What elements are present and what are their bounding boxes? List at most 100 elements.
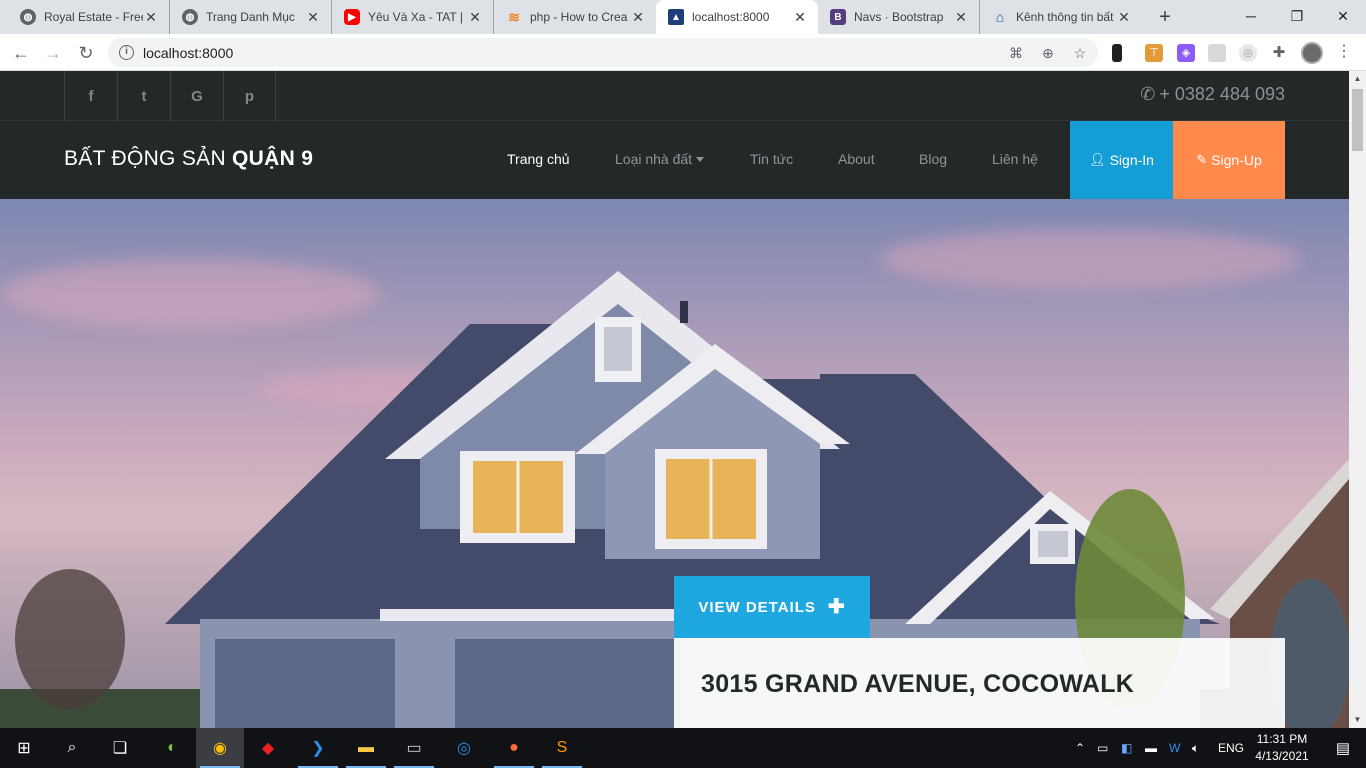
view-details-button[interactable]: VIEW DETAILS ✚ bbox=[674, 576, 870, 638]
sign-up-label: Sign-Up bbox=[1211, 152, 1262, 168]
pinterest-icon[interactable]: p bbox=[223, 71, 276, 121]
tray-app-icon[interactable]: ◧ bbox=[1121, 728, 1132, 768]
postman-icon[interactable]: ● bbox=[490, 728, 538, 768]
browser-tab[interactable]: ⌂ Kênh thông tin bất ✕ bbox=[980, 0, 1142, 34]
globe-icon: ◍ bbox=[182, 9, 198, 25]
explorer-icon[interactable]: ▬ bbox=[342, 728, 390, 768]
clock[interactable]: 11:31 PM 4/13/2021 bbox=[1250, 731, 1314, 765]
close-tab-icon[interactable]: ✕ bbox=[630, 9, 646, 26]
tab-title: Yêu Và Xa - TAT | M bbox=[368, 10, 467, 24]
windows-taskbar: ⊞ ⌕ ❏ ◐ ◉ ◆ ❯ ▬ ▭ ◎ ● S ⌃ ▭ ◧ ▬ W 🔈︎ ENG… bbox=[0, 728, 1366, 768]
tab-title: Kênh thông tin bất bbox=[1016, 10, 1114, 24]
app-red-icon[interactable]: ◆ bbox=[244, 728, 292, 768]
notification-icon[interactable]: ▤ bbox=[1320, 728, 1366, 768]
extension-icon[interactable] bbox=[1112, 44, 1122, 62]
nav-property-types[interactable]: Loại nhà đất bbox=[615, 151, 705, 167]
bookmark-star-icon[interactable]: ☆ bbox=[1070, 43, 1090, 63]
battery-icon[interactable]: ▬ bbox=[1145, 728, 1157, 768]
app-blue-icon[interactable]: ◎ bbox=[440, 728, 488, 768]
scroll-up-icon[interactable]: ▲ bbox=[1349, 71, 1366, 87]
chrome-icon[interactable]: ◉ bbox=[196, 728, 244, 768]
browser-toolbar: ← → ↻ i localhost:8000 ⌘ ⊕ ☆ ⊤ ◈ ◎ ✚ ⋮ bbox=[0, 34, 1366, 71]
task-view-icon[interactable]: ❏ bbox=[96, 728, 144, 768]
nav-property-types-label: Loại nhà đất bbox=[615, 151, 693, 167]
sign-in-label: Sign-In bbox=[1109, 152, 1154, 168]
app-green-icon[interactable]: ◐ bbox=[148, 728, 196, 768]
view-details-label: VIEW DETAILS bbox=[698, 598, 816, 616]
volume-icon[interactable]: 🔈︎ bbox=[1192, 728, 1199, 768]
browser-tab-active[interactable]: ▲ localhost:8000 ✕ bbox=[656, 0, 818, 34]
stackoverflow-icon: ≋ bbox=[508, 8, 520, 25]
restore-button[interactable]: ❐ bbox=[1274, 0, 1320, 34]
main-navbar: BẤT ĐỘNG SẢN QUẬN 9 Trang chủ Loại nhà đ… bbox=[0, 121, 1349, 199]
facebook-icon[interactable]: f bbox=[64, 71, 117, 121]
site-info-icon[interactable]: i bbox=[119, 45, 134, 60]
extension-icon[interactable]: ⊤ bbox=[1145, 44, 1163, 62]
reload-button[interactable]: ↻ bbox=[73, 40, 99, 66]
scroll-down-icon[interactable]: ▼ bbox=[1349, 712, 1366, 728]
url-text[interactable]: localhost:8000 bbox=[143, 45, 233, 61]
browser-tab[interactable]: ▶ Yêu Và Xa - TAT | M ✕ bbox=[332, 0, 494, 34]
network-icon[interactable]: ▭ bbox=[1097, 728, 1108, 768]
site-brand[interactable]: BẤT ĐỘNG SẢN QUẬN 9 bbox=[64, 147, 313, 171]
scrollbar-thumb[interactable] bbox=[1352, 89, 1363, 151]
close-tab-icon[interactable]: ✕ bbox=[305, 9, 321, 26]
extension-icon[interactable]: ◎ bbox=[1239, 44, 1257, 62]
forward-button[interactable]: → bbox=[40, 40, 66, 66]
profile-avatar[interactable] bbox=[1301, 42, 1323, 64]
close-tab-icon[interactable]: ✕ bbox=[792, 9, 808, 26]
browser-tab[interactable]: ◍ Trang Danh Mục ✕ bbox=[170, 0, 332, 34]
zoom-icon[interactable]: ⊕ bbox=[1038, 43, 1058, 63]
extension-icon[interactable] bbox=[1208, 44, 1226, 62]
tray-chevron-icon[interactable]: ⌃ bbox=[1072, 728, 1088, 768]
close-tab-icon[interactable]: ✕ bbox=[143, 9, 159, 26]
browser-tab[interactable]: B Navs · Bootstrap ✕ bbox=[818, 0, 980, 34]
nav-news[interactable]: Tin tức bbox=[750, 151, 793, 167]
house-icon: ⌂ bbox=[995, 9, 1005, 25]
phone-icon: ✆ bbox=[1140, 84, 1156, 104]
tab-title: Navs · Bootstrap bbox=[854, 10, 944, 24]
search-icon[interactable]: ⌕ bbox=[48, 728, 96, 768]
phone-number: + 0382 484 093 bbox=[1159, 84, 1285, 104]
browser-tab-strip: ◍ Royal Estate - Free ✕ ◍ Trang Danh Mục… bbox=[0, 0, 1366, 34]
translate-icon[interactable]: ⌘ bbox=[1006, 43, 1026, 63]
sign-in-button[interactable]: 👤︎ Sign-In bbox=[1070, 121, 1173, 199]
address-bar[interactable]: i localhost:8000 ⌘ ⊕ ☆ bbox=[108, 38, 1098, 67]
language-indicator[interactable]: ENG bbox=[1218, 728, 1244, 768]
start-icon[interactable]: ⊞ bbox=[0, 728, 48, 768]
page-scrollbar[interactable]: ▲ ▼ bbox=[1349, 71, 1366, 728]
close-tab-icon[interactable]: ✕ bbox=[1116, 9, 1132, 26]
minimize-button[interactable]: ─ bbox=[1228, 0, 1274, 34]
terminal-icon[interactable]: ▭ bbox=[390, 728, 438, 768]
tab-title: localhost:8000 bbox=[692, 10, 770, 24]
nav-home[interactable]: Trang chủ bbox=[507, 151, 570, 167]
browser-tab[interactable]: ≋ php - How to Crea ✕ bbox=[494, 0, 656, 34]
sublime-icon[interactable]: S bbox=[538, 728, 586, 768]
nav-contact[interactable]: Liên hệ bbox=[992, 151, 1038, 167]
youtube-icon: ▶ bbox=[344, 9, 360, 25]
brand-text-bold: QUẬN 9 bbox=[232, 147, 314, 170]
twitter-icon[interactable]: t bbox=[117, 71, 170, 121]
extensions-puzzle-icon[interactable]: ✚ bbox=[1270, 44, 1288, 62]
back-button[interactable]: ← bbox=[8, 40, 34, 66]
globe-icon: ◍ bbox=[20, 9, 36, 25]
nav-about[interactable]: About bbox=[838, 151, 875, 167]
close-tab-icon[interactable]: ✕ bbox=[953, 9, 969, 26]
tray-w-icon[interactable]: W bbox=[1169, 728, 1180, 768]
property-address: 3015 GRAND AVENUE, COCOWALK bbox=[701, 670, 1135, 698]
tab-title: Royal Estate - Free bbox=[44, 10, 143, 24]
new-tab-button[interactable]: + bbox=[1152, 4, 1178, 30]
extension-icon[interactable]: ◈ bbox=[1177, 44, 1195, 62]
vscode-icon[interactable]: ❯ bbox=[294, 728, 342, 768]
close-window-button[interactable]: ✕ bbox=[1320, 0, 1366, 34]
close-tab-icon[interactable]: ✕ bbox=[467, 9, 483, 26]
nav-blog[interactable]: Blog bbox=[919, 151, 947, 167]
browser-menu-icon[interactable]: ⋮ bbox=[1336, 42, 1352, 64]
browser-tab[interactable]: ◍ Royal Estate - Free ✕ bbox=[8, 0, 170, 34]
phone-contact: ✆ + 0382 484 093 bbox=[1140, 84, 1285, 105]
plus-icon: ✚ bbox=[827, 596, 846, 618]
hero-banner: VIEW DETAILS ✚ 3015 GRAND AVENUE, COCOWAL… bbox=[0, 199, 1349, 728]
google-plus-icon[interactable]: G bbox=[170, 71, 223, 121]
sign-up-button[interactable]: ✎ Sign-Up bbox=[1173, 121, 1285, 199]
brand-text: BẤT ĐỘNG SẢN bbox=[64, 147, 233, 170]
